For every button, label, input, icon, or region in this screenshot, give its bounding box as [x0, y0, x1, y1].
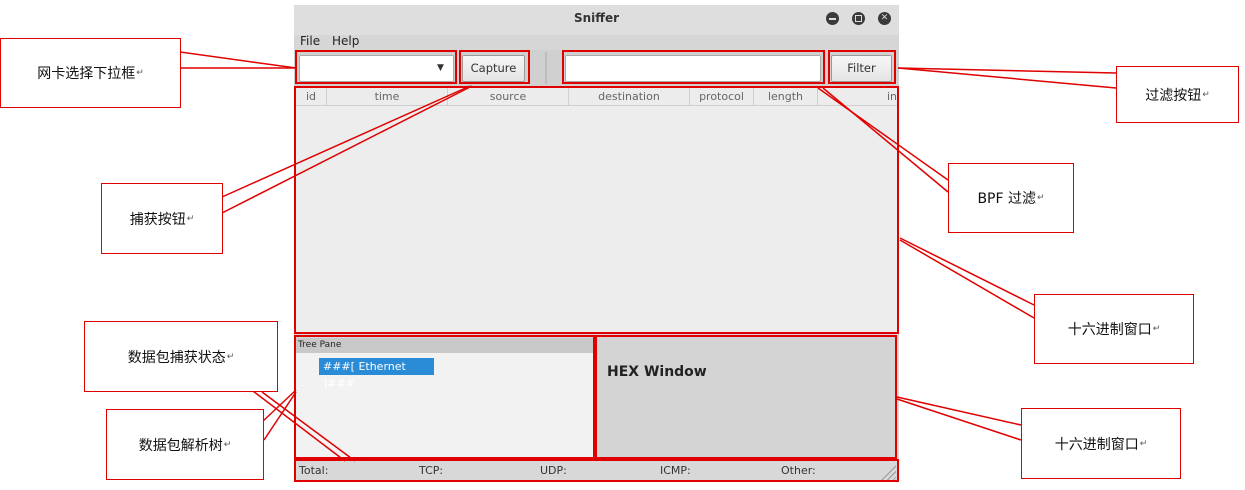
callout-capture-button: 捕获按钮 ↵: [101, 183, 223, 254]
callout-bpf-filter: BPF 过滤 ↵: [948, 163, 1074, 233]
callout-parse-tree: 数据包解析树 ↵: [106, 409, 264, 480]
callout-capture-status: 数据包捕获状态 ↵: [84, 321, 278, 392]
callout-filter-button: 过滤按钮 ↵: [1116, 66, 1239, 123]
callout-hex-window: 十六进制窗口 ↵: [1021, 408, 1181, 479]
callout-nic-dropdown: 网卡选择下拉框 ↵: [0, 38, 181, 108]
callout-packet-list: 十六进制窗口 ↵: [1034, 294, 1194, 364]
